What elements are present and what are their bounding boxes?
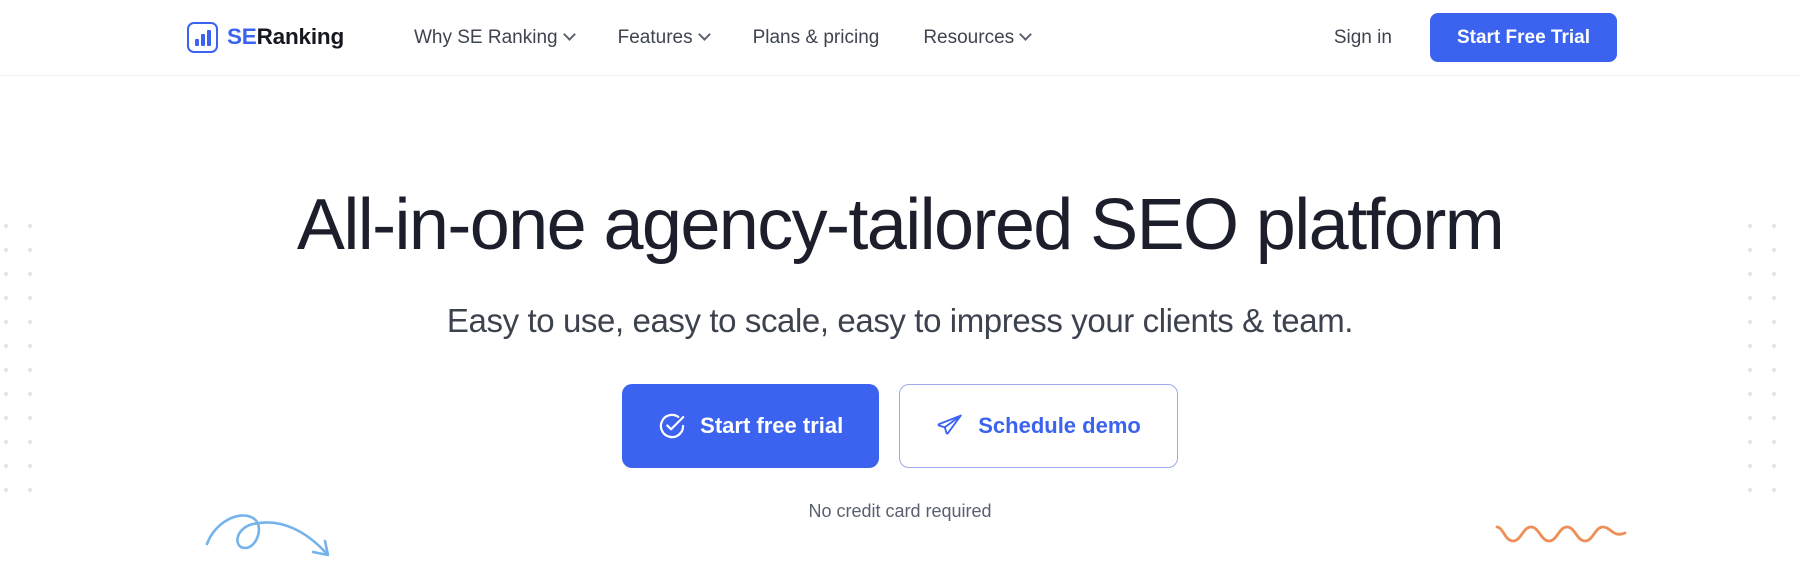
schedule-demo-button[interactable]: Schedule demo [899,383,1178,468]
dot-grid-left [4,224,52,512]
bar-chart-logo-icon [187,22,218,53]
header-actions: Sign in Start Free Trial [1334,12,1617,63]
page-root: SERanking Why SE Ranking Features Plans … [0,0,1800,564]
wave-decoration [1494,516,1628,555]
dot-grid-pattern [1748,224,1796,512]
dot-grid-pattern [4,224,52,512]
nav-item-why-se-ranking[interactable]: Why SE Ranking [392,28,596,47]
start-free-trial-button[interactable]: Start Free Trial [1429,12,1617,63]
site-header: SERanking Why SE Ranking Features Plans … [0,0,1800,76]
nav-label: Plans & pricing [752,27,880,48]
nav-label: Features [617,27,693,48]
cta-label: Start free trial [700,412,844,438]
brand-text-ranking: Ranking [256,24,345,50]
brand-wordmark: SERanking [227,26,344,49]
cta-label: Schedule demo [978,412,1141,438]
nav-label: Resources [923,27,1015,48]
check-circle-icon [659,413,685,438]
paper-plane-icon [937,414,962,435]
chevron-down-icon [562,28,576,41]
chevron-down-icon [1019,28,1033,41]
curved-arrow-decoration [205,508,345,564]
no-credit-card-disclaimer: No credit card required [808,500,992,521]
main-navigation: Why SE Ranking Features Plans & pricing … [392,28,1052,47]
page-title: All-in-one agency-tailored SEO platform [296,185,1505,265]
start-free-trial-cta-button[interactable]: Start free trial [622,383,880,468]
curved-arrow-icon [205,514,330,557]
logo-bars [194,30,211,46]
dot-grid-right [1748,224,1796,512]
hero-section: All-in-one agency-tailored SEO platform … [0,76,1800,564]
nav-item-resources[interactable]: Resources [901,28,1052,47]
sign-in-link[interactable]: Sign in [1334,27,1392,49]
cta-button-group: Start free trial Schedule demo [622,383,1178,468]
brand-text-se: SE [227,24,257,50]
nav-item-features[interactable]: Features [596,28,731,47]
brand-logo[interactable]: SERanking [187,22,344,53]
nav-label: Why SE Ranking [413,27,558,48]
squiggle-wave-icon [1495,525,1627,543]
nav-item-plans-pricing[interactable]: Plans & pricing [731,28,902,47]
chevron-down-icon [697,28,711,41]
page-subtitle: Easy to use, easy to scale, easy to impr… [446,301,1354,339]
